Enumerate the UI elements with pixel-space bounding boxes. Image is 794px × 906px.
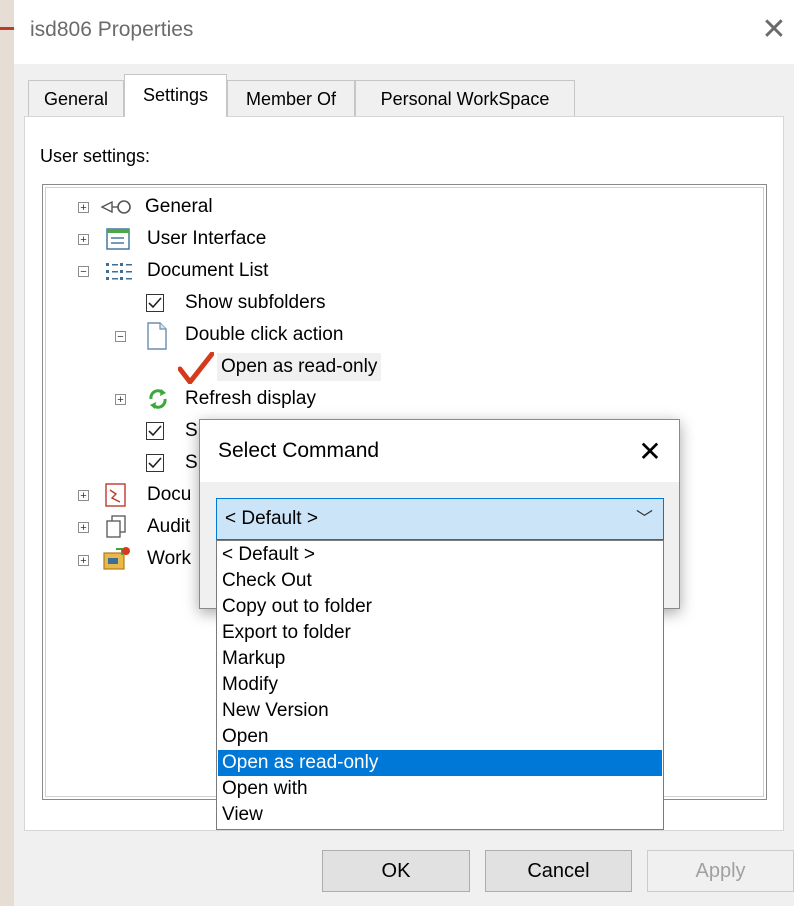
expand-icon[interactable]: +	[78, 522, 89, 534]
expand-icon[interactable]: +	[78, 202, 89, 214]
dropdown-option[interactable]: New Version	[218, 698, 662, 724]
expand-icon[interactable]: +	[78, 555, 89, 567]
desktop-accent	[0, 27, 14, 30]
command-combobox[interactable]: < Default > ﹀	[216, 498, 664, 540]
expand-icon[interactable]: +	[78, 234, 89, 246]
collapse-icon[interactable]: −	[78, 266, 89, 278]
close-icon[interactable]: ✕	[754, 10, 794, 50]
checkmark-icon	[148, 425, 162, 437]
tree-item-open-as-read-only[interactable]: Open as read-only	[217, 353, 382, 381]
show-subfolders-checkbox[interactable]	[146, 294, 164, 312]
user-settings-label: User settings:	[40, 146, 151, 166]
chevron-down-icon[interactable]: ﹀	[636, 499, 653, 539]
dialog-title: Select Command	[218, 439, 380, 462]
tab-general[interactable]: General	[28, 80, 124, 116]
document-icon	[105, 483, 126, 507]
checkmark-icon	[178, 352, 214, 384]
expand-icon[interactable]: +	[78, 490, 89, 502]
tab-member-of[interactable]: Member Of	[227, 80, 355, 116]
tree-item-show-subfolders[interactable]: Show subfolders	[185, 289, 325, 317]
tree-item-document-list[interactable]: Document List	[147, 257, 268, 285]
checkmark-icon	[148, 297, 162, 309]
dropdown-option-selected[interactable]: Open as read-only	[218, 750, 662, 776]
tab-personal-workspace[interactable]: Personal WorkSpace	[355, 80, 575, 116]
collapse-icon[interactable]: −	[115, 331, 126, 343]
combobox-value: < Default >	[225, 508, 318, 529]
tree-item-workspace[interactable]: Work	[147, 545, 191, 573]
dropdown-option[interactable]: Check Out	[218, 568, 662, 594]
window-title: isd806 Properties	[30, 18, 194, 41]
tree-item-general[interactable]: General	[145, 193, 213, 221]
key-icon	[100, 200, 131, 214]
apply-button[interactable]: Apply	[647, 850, 794, 892]
cancel-button[interactable]: Cancel	[485, 850, 632, 892]
dropdown-option[interactable]: Copy out to folder	[218, 594, 662, 620]
checkmark-icon	[148, 457, 162, 469]
dropdown-option[interactable]: Open with	[218, 776, 662, 802]
workspace-icon	[103, 547, 130, 570]
setting-checkbox[interactable]	[146, 422, 164, 440]
tree-item-user-interface[interactable]: User Interface	[147, 225, 266, 253]
document-icon	[147, 322, 167, 350]
ok-button[interactable]: OK	[322, 850, 470, 892]
dropdown-option[interactable]: Export to folder	[218, 620, 662, 646]
tree-item-audit[interactable]: Audit	[147, 513, 190, 541]
title-bar: isd806 Properties ✕	[14, 0, 794, 64]
dropdown-option[interactable]: Markup	[218, 646, 662, 672]
dropdown-option[interactable]: Modify	[218, 672, 662, 698]
tree-item-setting[interactable]: S	[185, 449, 198, 477]
copy-icon	[106, 515, 126, 538]
dropdown-option[interactable]: Open	[218, 724, 662, 750]
desktop-background	[0, 0, 14, 906]
dialog-title-bar: Select Command ✕	[200, 420, 679, 482]
tree-item-setting[interactable]: S	[185, 417, 198, 445]
dropdown-option[interactable]: < Default >	[218, 542, 662, 568]
tree-item-refresh-display[interactable]: Refresh display	[185, 385, 316, 413]
refresh-icon	[149, 389, 167, 409]
list-icon	[106, 263, 132, 280]
dropdown-option[interactable]: View	[218, 802, 662, 828]
expand-icon[interactable]: +	[115, 394, 126, 406]
tree-item-document[interactable]: Docu	[147, 481, 191, 509]
tree-item-double-click-action[interactable]: Double click action	[185, 321, 343, 349]
command-dropdown-list[interactable]: < Default > Check Out Copy out to folder…	[216, 540, 664, 830]
tab-settings[interactable]: Settings	[124, 74, 227, 117]
setting-checkbox[interactable]	[146, 454, 164, 472]
close-icon[interactable]: ✕	[630, 432, 670, 472]
window-icon	[106, 228, 130, 250]
